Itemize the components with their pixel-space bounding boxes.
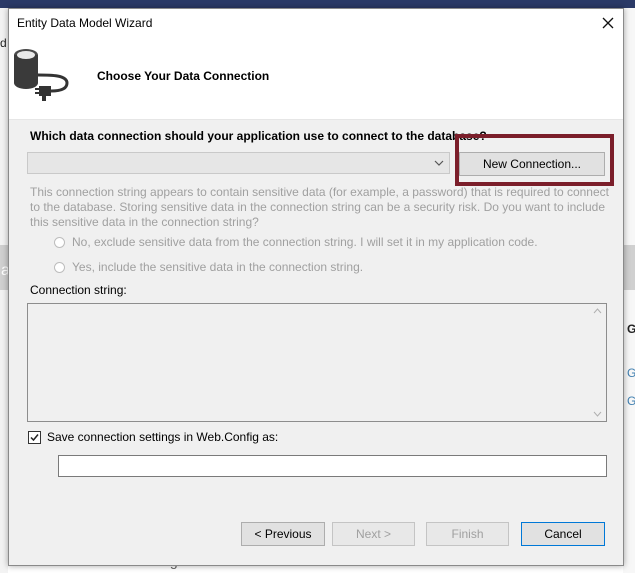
entity-data-model-wizard-dialog: Entity Data Model Wizard Choose Your Dat… bbox=[8, 8, 624, 566]
background-title-bar bbox=[0, 0, 635, 8]
sensitive-data-description: This connection string appears to contai… bbox=[30, 185, 609, 229]
background-left-panel bbox=[0, 8, 8, 573]
background-right-banner bbox=[623, 245, 635, 290]
web-config-name-input[interactable] bbox=[58, 455, 607, 477]
background-left-text: d bbox=[0, 36, 7, 50]
finish-button[interactable]: Finish bbox=[426, 522, 509, 546]
dialog-title-bar: Entity Data Model Wizard bbox=[9, 9, 623, 37]
connection-question-label: Which data connection should your applic… bbox=[30, 129, 487, 143]
close-icon bbox=[602, 17, 614, 29]
wizard-header: Choose Your Data Connection bbox=[9, 37, 623, 120]
dialog-title: Entity Data Model Wizard bbox=[17, 16, 153, 30]
new-connection-button[interactable]: New Connection... bbox=[459, 152, 605, 176]
wizard-step-title: Choose Your Data Connection bbox=[97, 69, 270, 83]
background-right-heading: G bbox=[627, 322, 635, 336]
save-settings-checkbox[interactable] bbox=[28, 430, 41, 444]
chevron-down-icon bbox=[434, 160, 444, 166]
exclude-sensitive-radio[interactable] bbox=[54, 236, 65, 248]
cancel-button[interactable]: Cancel bbox=[521, 522, 605, 546]
close-button[interactable] bbox=[593, 9, 623, 37]
include-sensitive-option[interactable]: Yes, include the sensitive data in the c… bbox=[54, 260, 363, 274]
background-right-link[interactable]: G bbox=[627, 394, 635, 408]
data-connection-dropdown[interactable] bbox=[27, 152, 450, 174]
scroll-up-icon bbox=[593, 308, 602, 314]
database-plug-icon bbox=[14, 49, 69, 101]
next-button[interactable]: Next > bbox=[332, 522, 415, 546]
background-right-link[interactable]: G bbox=[627, 366, 635, 380]
exclude-sensitive-option[interactable]: No, exclude sensitive data from the conn… bbox=[54, 235, 538, 249]
scroll-down-icon bbox=[593, 411, 602, 417]
include-sensitive-radio[interactable] bbox=[54, 261, 65, 273]
save-settings-row[interactable]: Save connection settings in Web.Config a… bbox=[28, 430, 278, 444]
previous-button[interactable]: < Previous bbox=[241, 522, 325, 546]
checkmark-icon bbox=[30, 433, 39, 441]
connection-string-textarea[interactable] bbox=[27, 303, 607, 422]
connection-string-scrollbar[interactable] bbox=[589, 304, 606, 421]
include-sensitive-label: Yes, include the sensitive data in the c… bbox=[72, 260, 364, 274]
background-right-panel bbox=[623, 8, 635, 573]
exclude-sensitive-label: No, exclude sensitive data from the conn… bbox=[72, 235, 538, 249]
connection-string-label: Connection string: bbox=[30, 283, 127, 297]
save-settings-label: Save connection settings in Web.Config a… bbox=[47, 430, 279, 444]
